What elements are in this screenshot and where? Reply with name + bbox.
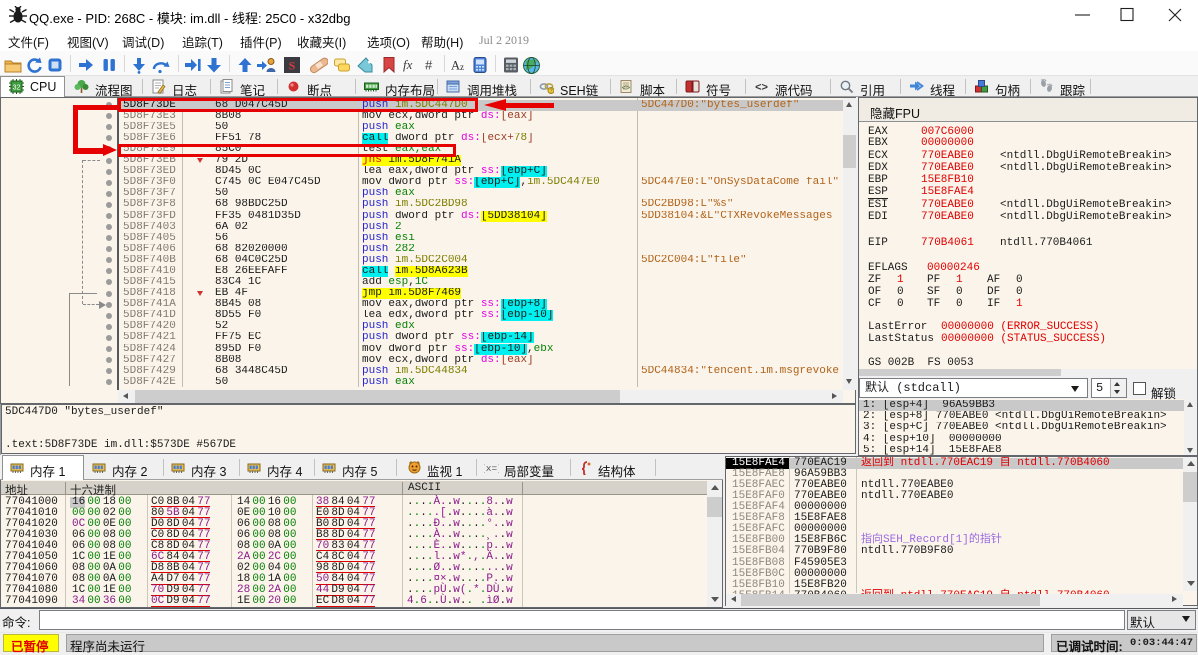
svg-text:[x=]: [x=]	[484, 463, 499, 474]
svg-text:#: #	[425, 58, 433, 73]
svg-text:32: 32	[13, 84, 21, 91]
svg-text:fx: fx	[403, 57, 413, 72]
svg-text:<>: <>	[755, 82, 768, 94]
svg-text:A: A	[451, 59, 460, 73]
svg-text:z: z	[460, 62, 464, 72]
svg-text:S: S	[289, 59, 296, 73]
svg-text:<>: <>	[622, 85, 630, 93]
svg-text:?: ?	[549, 89, 552, 94]
